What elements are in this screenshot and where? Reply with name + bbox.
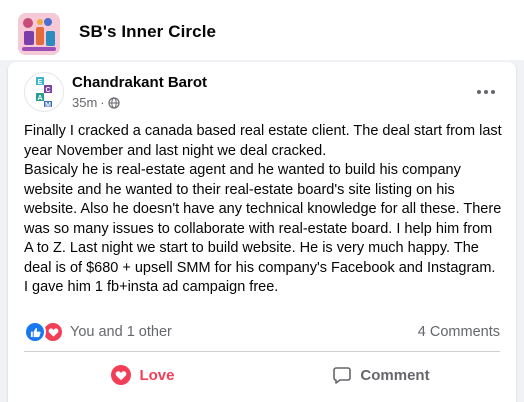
divider (24, 351, 500, 352)
reaction-icons[interactable] (24, 321, 64, 343)
group-header: SB's Inner Circle (0, 0, 524, 60)
like-icon (24, 321, 46, 343)
more-dots-icon (477, 90, 495, 94)
love-button[interactable]: Love (24, 356, 262, 394)
avatar-letter-e: E (38, 79, 43, 86)
reactors-text[interactable]: You and 1 other (70, 324, 172, 340)
comment-button[interactable]: Comment (262, 356, 500, 394)
post-body: Finally I cracked a canada based real es… (24, 123, 502, 295)
group-title[interactable]: SB's Inner Circle (79, 22, 216, 42)
more-options-button[interactable] (468, 80, 504, 104)
love-reaction-icon (111, 365, 132, 385)
post-time[interactable]: 35m (72, 95, 97, 110)
group-avatar-illustration (18, 13, 60, 55)
avatar-letter-m: M (45, 102, 51, 109)
avatar-letter-a: A (37, 95, 42, 102)
post-actions: Love Comment (24, 356, 500, 394)
love-label: Love (139, 366, 175, 384)
globe-icon[interactable] (108, 96, 120, 109)
comment-label: Comment (360, 366, 430, 384)
post-card: E C A M Chandrakant Barot 35m · Finally … (8, 62, 516, 402)
post-meta: 35m · (72, 95, 120, 110)
reactions-summary: You and 1 other 4 Comments (24, 320, 500, 344)
comments-count[interactable]: 4 Comments (418, 324, 500, 340)
author-avatar[interactable]: E C A M (24, 72, 64, 112)
group-avatar[interactable] (18, 13, 60, 55)
author-avatar-logo: E C A M (36, 77, 52, 109)
comment-icon (332, 365, 352, 385)
avatar-letter-c: C (45, 87, 50, 94)
author-name[interactable]: Chandrakant Barot (72, 74, 207, 91)
meta-separator: · (100, 95, 105, 110)
